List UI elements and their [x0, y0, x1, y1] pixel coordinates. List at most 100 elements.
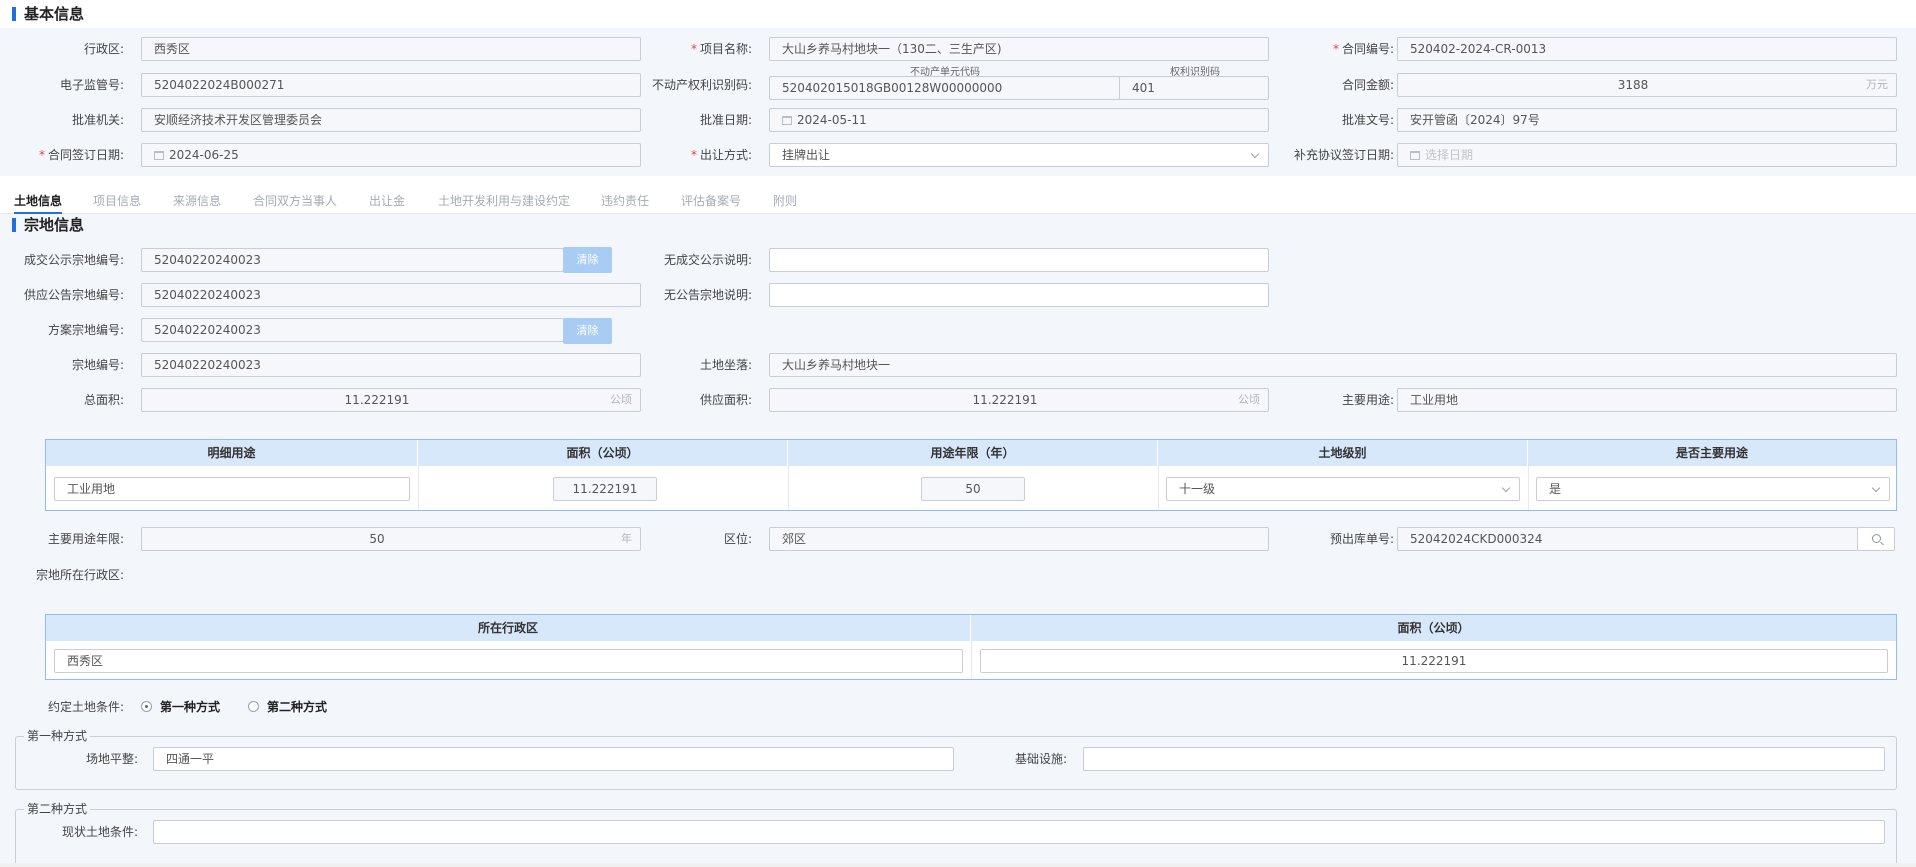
radio-option2[interactable] — [248, 701, 259, 712]
no-deal-notice-input[interactable] — [769, 248, 1269, 272]
pre-out-no-input[interactable]: 52042024CKD000324 — [1397, 527, 1858, 551]
main-use-years-input[interactable]: 50 年 — [141, 527, 641, 551]
site-level-input[interactable]: 四通一平 — [153, 747, 954, 771]
sign-date-input[interactable]: 2024-06-25 — [141, 143, 641, 167]
option2-label[interactable]: 第二种方式 — [267, 699, 327, 715]
supplement-date-input[interactable]: 选择日期 — [1397, 143, 1897, 167]
total-area-input[interactable]: 11.222191 公顷 — [141, 388, 641, 412]
calendar-icon — [782, 116, 792, 125]
tab-project-info[interactable]: 项目信息 — [93, 192, 141, 214]
site-level-label: 场地平整: — [85, 752, 138, 766]
tab-supplementary[interactable]: 附则 — [773, 192, 797, 214]
contract-no-input[interactable]: 520402-2024-CR-0013 — [1397, 37, 1897, 61]
column-divider — [1158, 466, 1159, 510]
is-main-use-value: 是 — [1549, 482, 1562, 496]
search-button[interactable] — [1857, 527, 1895, 551]
main-use-years-value: 50 — [369, 532, 385, 546]
detail-years-input[interactable]: 50 — [921, 477, 1025, 501]
header-district: 所在行政区 — [46, 615, 971, 641]
header-district-area: 面积（公顷） — [1397, 621, 1470, 635]
no-notice-input[interactable] — [769, 283, 1269, 307]
infrastructure-label: 基础设施: — [1014, 752, 1067, 766]
approval-doc-input[interactable]: 安开管函〔2024〕97号 — [1397, 108, 1897, 132]
supervision-no-label: 电子监管号: — [59, 78, 124, 92]
district-area-input[interactable]: 11.222191 — [980, 649, 1888, 673]
header-is-main-use: 是否主要用途 — [1675, 446, 1748, 460]
supply-area-label: 供应面积: — [699, 393, 752, 407]
approval-org-input[interactable]: 安顺经济技术开发区管理委员会 — [141, 108, 641, 132]
parcel-info-title: 宗地信息 — [12, 215, 84, 235]
transfer-method-label-text: 出让方式: — [699, 148, 752, 162]
supervision-no-input[interactable]: 5204022024B000271 — [141, 73, 641, 97]
approval-doc-label: 批准文号: — [1341, 113, 1394, 127]
district-cell-input[interactable]: 西秀区 — [54, 649, 963, 673]
tab-land-info[interactable]: 土地信息 — [14, 192, 63, 214]
area-unit: 公顷 — [610, 393, 632, 406]
detail-area-input[interactable]: 11.222191 — [553, 477, 657, 501]
approval-date-input[interactable]: 2024-05-11 — [769, 108, 1269, 132]
current-condition-input[interactable] — [153, 820, 1885, 844]
option2-legend: 第二种方式 — [24, 802, 91, 816]
contract-no-label: * 合同编号: — [1280, 37, 1394, 61]
use-detail-table: 明细用途 面积（公顷） 用途年限（年） 土地级别 是否主要用途 工业用地 11.… — [45, 439, 1897, 511]
supplement-date-placeholder: 选择日期 — [1425, 148, 1474, 162]
land-grade-value: 十一级 — [1179, 482, 1216, 496]
right-code-input[interactable]: 401 — [1119, 76, 1269, 100]
years-unit: 年 — [621, 532, 632, 545]
basic-info-title: 基本信息 — [12, 4, 84, 24]
detail-use-input[interactable]: 工业用地 — [54, 477, 410, 501]
pre-out-no-label: 预出库单号: — [1329, 532, 1394, 546]
project-name-label-text: 项目名称: — [699, 42, 752, 56]
clear-plan-no-button[interactable]: 清除 — [563, 318, 612, 344]
plan-no-input[interactable]: 52040220240023 — [141, 318, 564, 342]
amount-value: 3188 — [1617, 78, 1649, 92]
chevron-down-icon — [1501, 483, 1511, 493]
supplement-date-label: 补充协议签订日期: — [1293, 148, 1394, 162]
header-area: 面积（公顷） — [418, 440, 788, 466]
tab-development-agreement[interactable]: 土地开发利用与建设约定 — [438, 192, 570, 214]
transfer-method-value: 挂牌出让 — [782, 148, 831, 162]
tab-parties[interactable]: 合同双方当事人 — [253, 192, 337, 214]
project-name-input[interactable]: 大山乡养马村地块一（130二、三生产区) — [769, 37, 1269, 61]
tab-source-info[interactable]: 来源信息 — [173, 192, 221, 214]
tab-appraisal-no[interactable]: 评估备案号 — [681, 192, 741, 214]
radio-option1[interactable] — [141, 701, 152, 712]
total-area-value: 11.222191 — [344, 393, 410, 407]
main-use-input[interactable]: 工业用地 — [1397, 388, 1897, 412]
horizontal-scrollbar[interactable] — [0, 863, 1916, 867]
chevron-down-icon — [1871, 483, 1881, 493]
tab-breach-liability[interactable]: 违约责任 — [601, 192, 649, 214]
amount-input[interactable]: 3188 万元 — [1397, 73, 1897, 97]
calendar-icon — [1410, 151, 1420, 160]
district-input[interactable]: 西秀区 — [141, 37, 641, 61]
header-detail-use: 明细用途 — [46, 440, 418, 466]
land-grade-select[interactable]: 十一级 — [1166, 477, 1520, 501]
sign-date-value: 2024-06-25 — [169, 148, 239, 162]
location-input[interactable]: 大山乡养马村地块一 — [769, 353, 1897, 377]
supply-area-value: 11.222191 — [972, 393, 1038, 407]
option1-label[interactable]: 第一种方式 — [160, 699, 220, 715]
zone-input[interactable]: 郊区 — [769, 527, 1269, 551]
current-condition-label: 现状土地条件: — [61, 825, 138, 839]
supply-notice-no-input[interactable]: 52040220240023 — [141, 283, 641, 307]
main-use-years-label: 主要用途年限: — [47, 532, 124, 546]
header-use-years: 用途年限（年） — [788, 440, 1158, 466]
infrastructure-input[interactable] — [1083, 747, 1885, 771]
deal-notice-no-input[interactable]: 52040220240023 — [141, 248, 564, 272]
property-code-label: 不动产权利识别码: — [651, 78, 752, 92]
approval-org-label: 批准机关: — [71, 113, 124, 127]
main-use-label: 主要用途: — [1341, 393, 1394, 407]
transfer-method-select[interactable]: 挂牌出让 — [769, 143, 1269, 167]
clear-deal-notice-button[interactable]: 清除 — [563, 247, 612, 273]
district-label: 行政区: — [83, 42, 124, 56]
required-mark: * — [690, 148, 697, 162]
supply-area-input[interactable]: 11.222191 公顷 — [769, 388, 1269, 412]
column-divider — [418, 466, 419, 510]
parcel-no-input[interactable]: 52040220240023 — [141, 353, 641, 377]
is-main-use-select[interactable]: 是 — [1536, 477, 1890, 501]
tab-transfer-fee[interactable]: 出让金 — [369, 192, 405, 214]
deal-notice-no-label: 成交公示宗地编号: — [23, 253, 124, 267]
unit-code-input[interactable]: 520402015018GB00128W00000000 — [769, 76, 1120, 100]
approval-date-value: 2024-05-11 — [797, 113, 867, 127]
sign-date-label: * 合同签订日期: — [0, 143, 124, 167]
